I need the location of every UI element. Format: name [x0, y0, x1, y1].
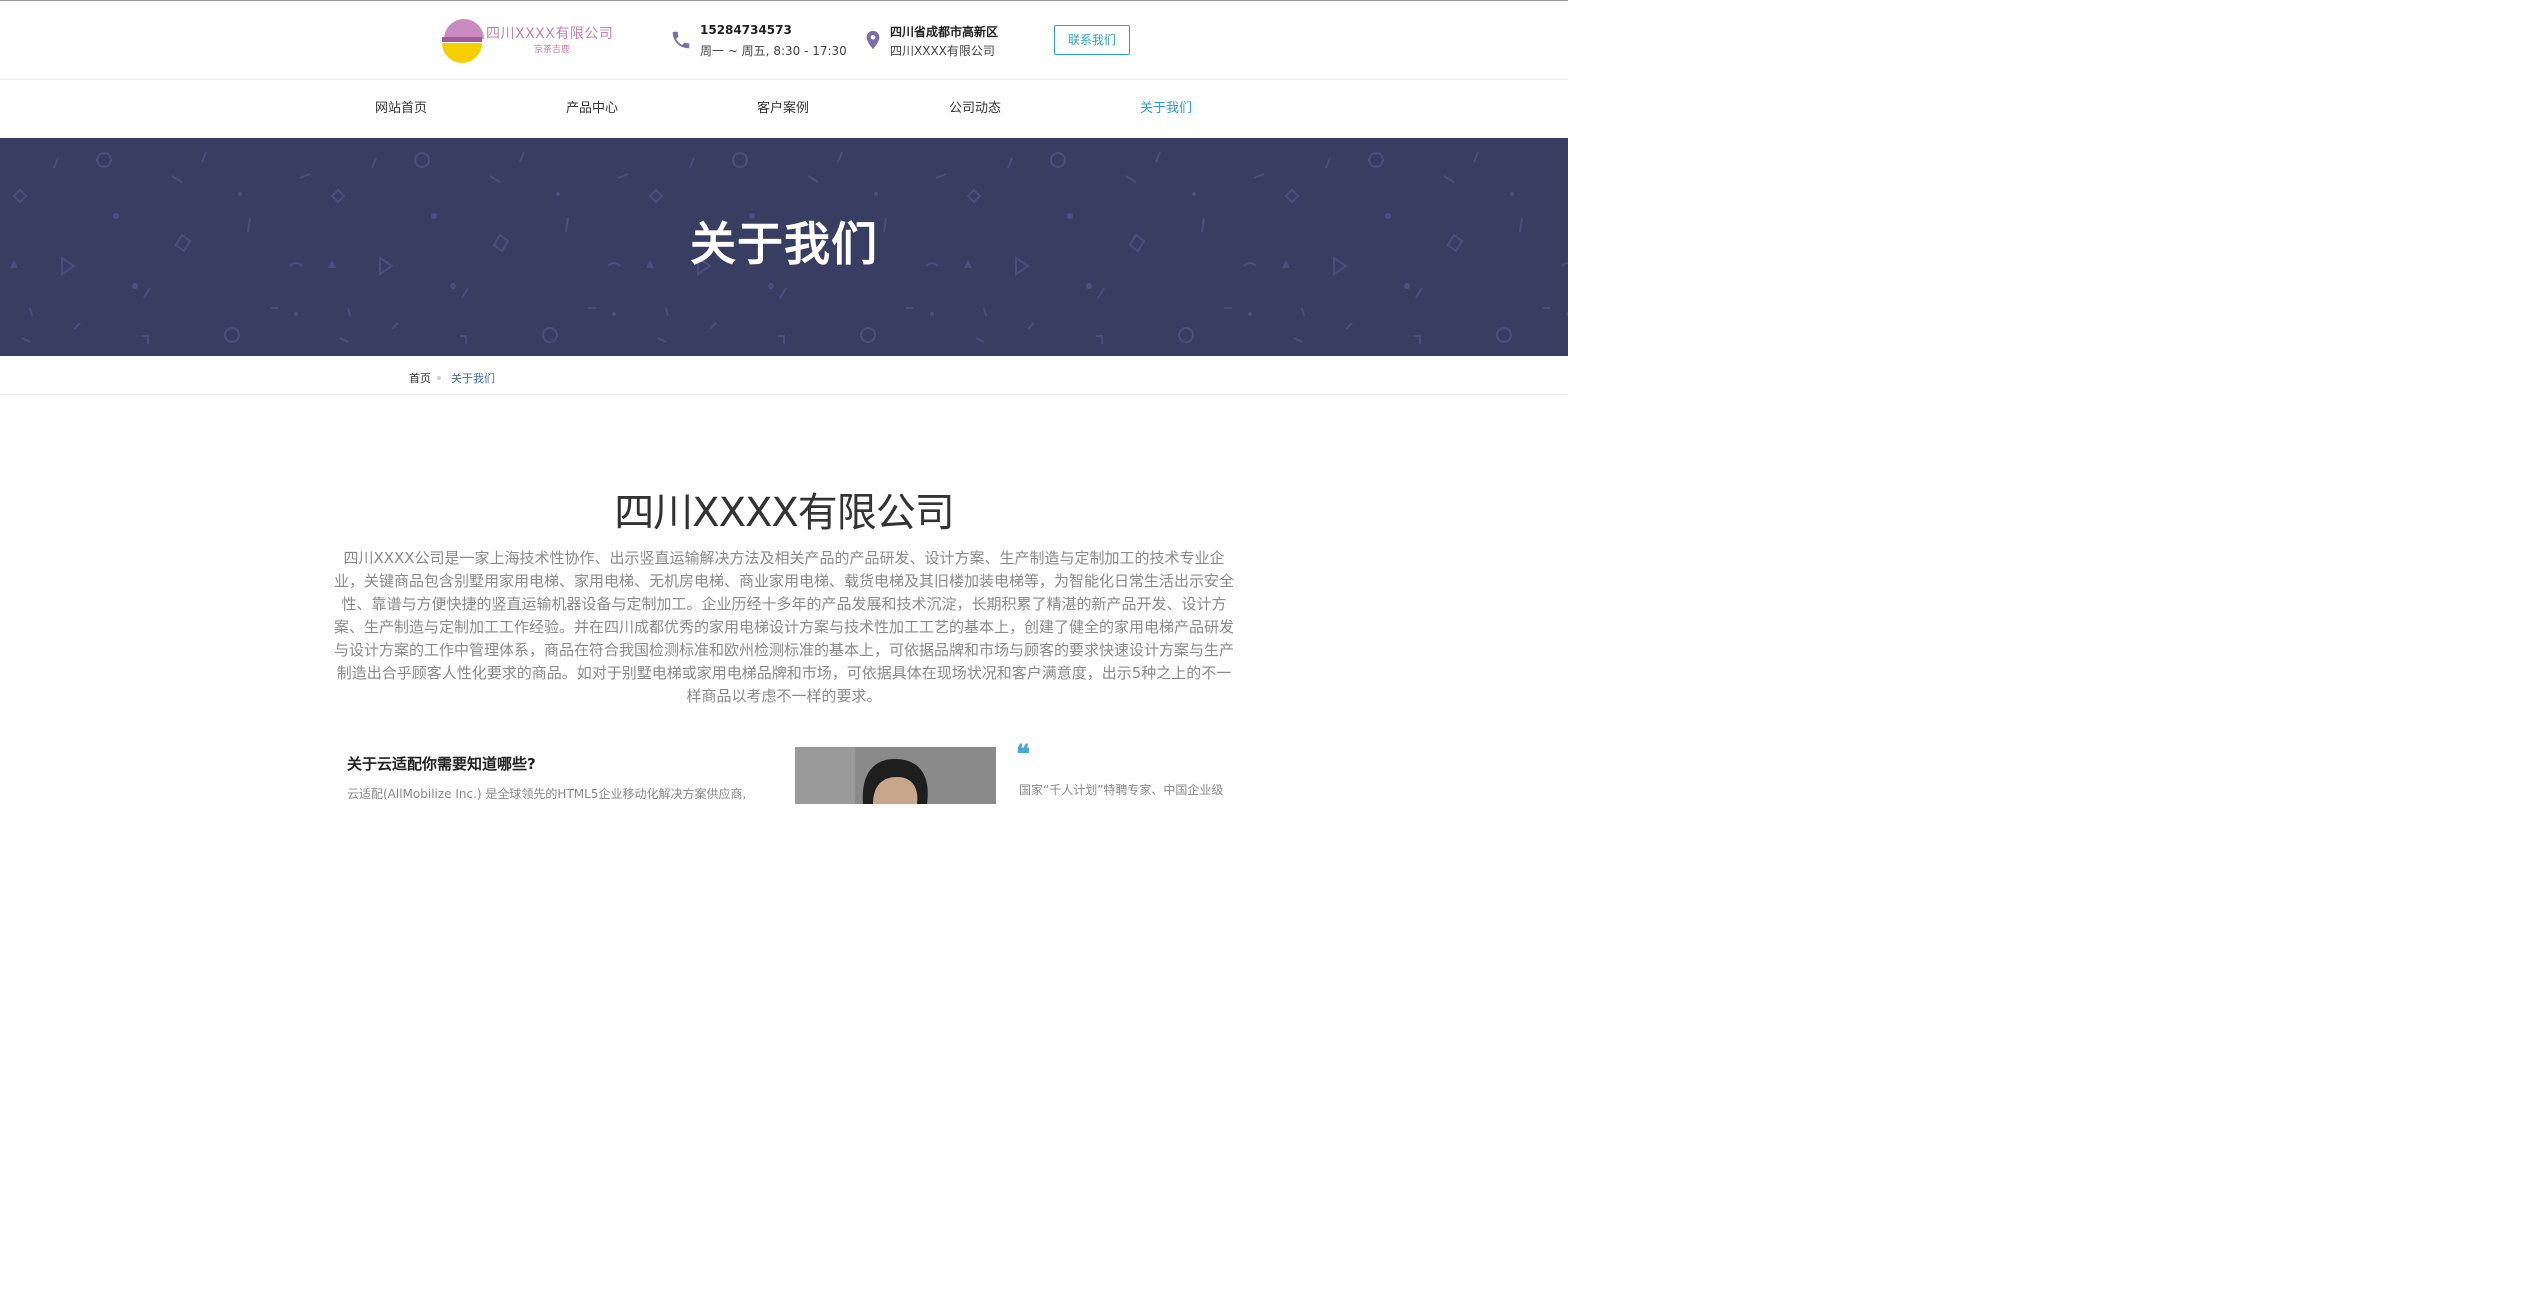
logo-company-name: 四川XXXX有限公司 — [486, 26, 614, 42]
person-photo — [795, 747, 996, 804]
banner-title: 关于我们 — [690, 217, 878, 271]
about-heading: 关于云适配你需要知道哪些? — [347, 755, 536, 773]
business-hours: 周一 ~ 周五, 8:30 - 17:30 — [700, 44, 847, 58]
nav-item-products[interactable]: 产品中心 — [532, 80, 652, 138]
address-info: 四川省成都市高新区 四川XXXX有限公司 — [862, 21, 1042, 61]
breadcrumb-home-link[interactable]: 首页 — [409, 370, 431, 386]
phone-info: 15284734573 周一 ~ 周五, 8:30 - 17:30 — [670, 21, 850, 61]
nav-item-home[interactable]: 网站首页 — [341, 80, 461, 138]
nav-item-cases[interactable]: 客户案例 — [723, 80, 843, 138]
breadcrumb-current: 关于我们 — [451, 372, 495, 385]
about-text: 云适配(AllMobilize Inc.) 是全球领先的HTML5企业移动化解决… — [347, 787, 747, 801]
address-line1: 四川省成都市高新区 — [890, 25, 999, 39]
map-pin-icon — [866, 30, 880, 50]
logo-mark-icon — [442, 19, 484, 63]
page-banner: 关于我们 — [0, 138, 1568, 356]
site-header: 四川XXXX有限公司 京茶吉鹿 15284734573 周一 ~ 周五, 8:3… — [0, 1, 1568, 79]
phone-icon — [672, 31, 690, 49]
company-logo[interactable]: 四川XXXX有限公司 京茶吉鹿 — [438, 18, 628, 64]
company-description: 四川XXXX公司是一家上海技术性协作、出示竖直运输解决方法及相关产品的产品研发、… — [334, 549, 1235, 705]
portrait-image — [795, 747, 996, 804]
company-title: 四川XXXX有限公司 — [614, 490, 955, 536]
nav-item-news[interactable]: 公司动态 — [915, 80, 1035, 138]
logo-subtitle: 京茶吉鹿 — [534, 45, 571, 55]
quote-icon: ❝ — [1016, 740, 1030, 770]
phone-number: 15284734573 — [700, 23, 792, 37]
breadcrumb-separator — [437, 376, 441, 380]
address-line2: 四川XXXX有限公司 — [890, 44, 995, 58]
contact-us-button[interactable]: 联系我们 — [1054, 25, 1130, 55]
quote-text: 国家“千人计划”特聘专家、中国企业级 — [1019, 783, 1224, 797]
nav-item-about[interactable]: 关于我们 — [1106, 80, 1226, 138]
main-nav: 网站首页 产品中心 客户案例 公司动态 关于我们 — [0, 80, 1568, 138]
breadcrumb: 首页 关于我们 — [0, 356, 1568, 395]
